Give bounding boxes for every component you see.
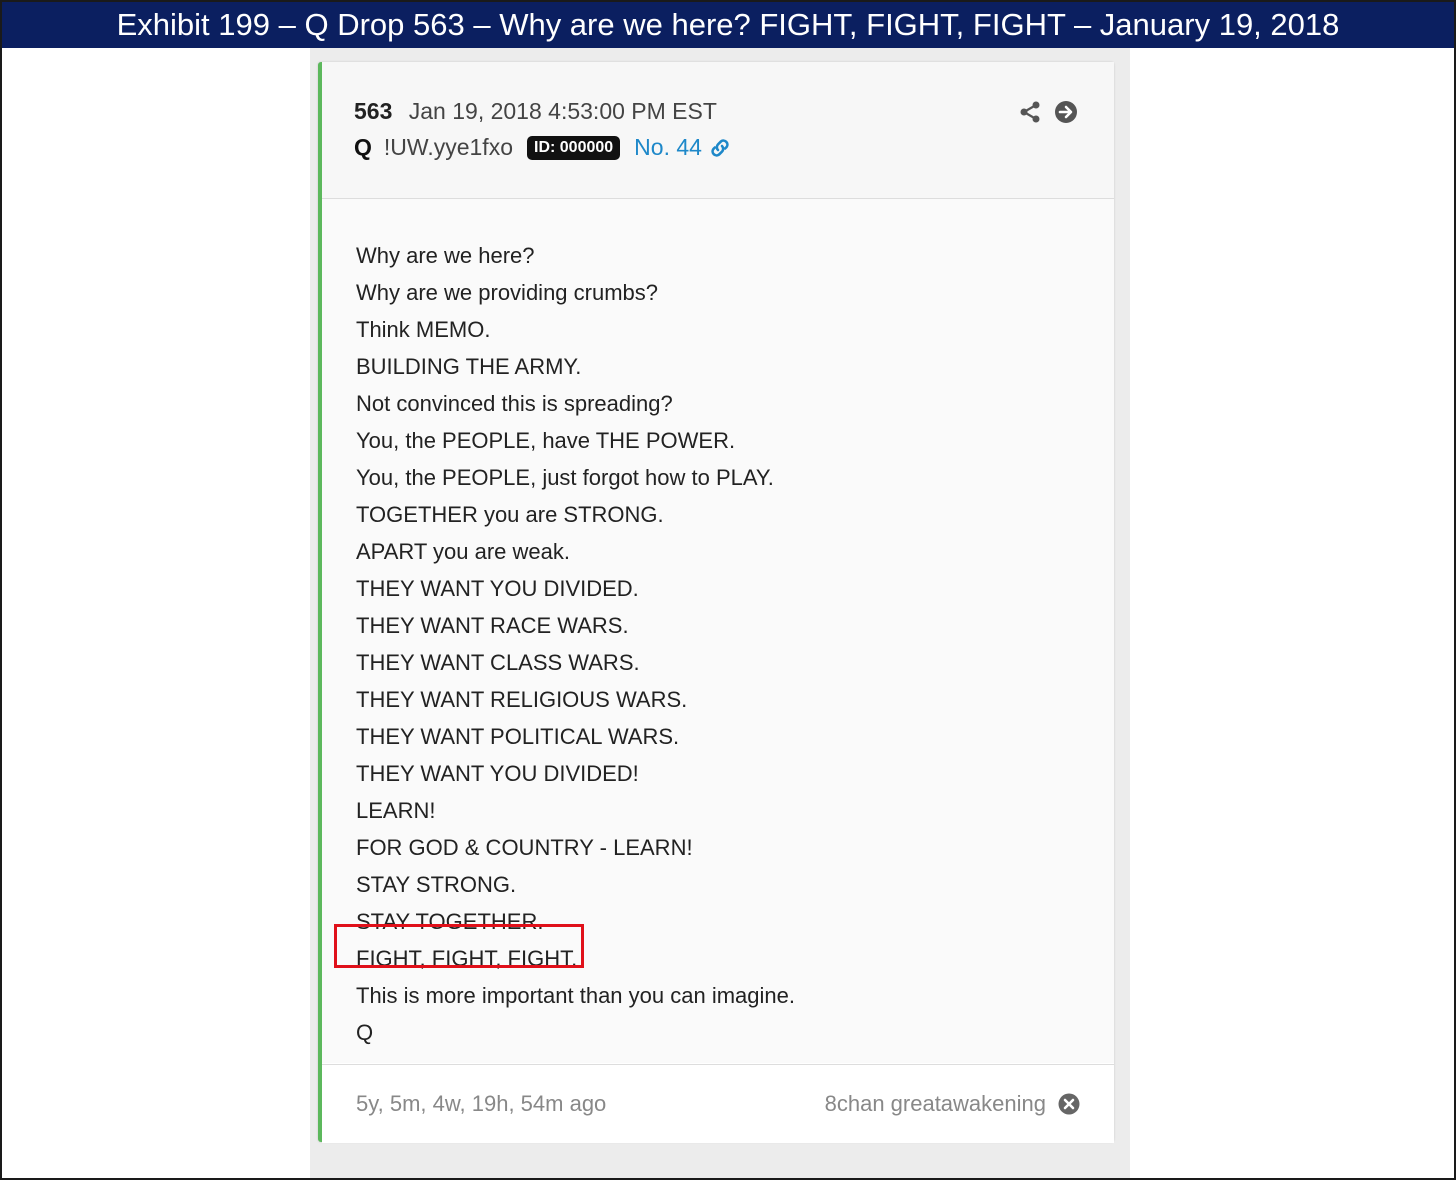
post-line: Not convinced this is spreading?: [356, 391, 673, 416]
close-circle-icon[interactable]: [1058, 1093, 1080, 1115]
post-line: Think MEMO.: [356, 317, 491, 342]
post-line: THEY WANT RACE WARS.: [356, 613, 629, 638]
post-line: THEY WANT POLITICAL WARS.: [356, 724, 680, 749]
post-line: Why are we providing crumbs?: [356, 280, 659, 305]
post-line: STAY STRONG.: [356, 872, 517, 897]
post-author: Q: [354, 134, 372, 160]
post-header: 563 Jan 19, 2018 4:53:00 PM EST Q !UW.yy…: [322, 62, 1114, 199]
post-date: Jan 19, 2018 4:53:00 PM EST: [408, 98, 717, 124]
post-footer: 5y, 5m, 4w, 19h, 54m ago 8chan greatawak…: [322, 1064, 1114, 1143]
post-line: You, the PEOPLE, just forgot how to PLAY…: [356, 465, 774, 490]
post-source-group: 8chan greatawakening: [825, 1091, 1080, 1117]
id-badge: ID: 000000: [527, 135, 621, 160]
post-line: LEARN!: [356, 798, 436, 823]
post-tripcode: !UW.yye1fxo: [383, 134, 513, 160]
highlight-box: [334, 924, 584, 968]
post-age: 5y, 5m, 4w, 19h, 54m ago: [356, 1091, 607, 1116]
share-icon[interactable]: [1018, 100, 1042, 124]
post-line: This is more important than you can imag…: [356, 983, 795, 1008]
post-line: THEY WANT RELIGIOUS WARS.: [356, 687, 688, 712]
post-number: 563: [354, 98, 393, 124]
post-line: Why are we here?: [356, 243, 535, 268]
post-card: 563 Jan 19, 2018 4:53:00 PM EST Q !UW.yy…: [318, 62, 1114, 1143]
post-author-row: Q !UW.yye1fxo ID: 000000 No. 44: [354, 134, 732, 161]
post-line: THEY WANT CLASS WARS.: [356, 650, 640, 675]
exhibit-title-banner: Exhibit 199 – Q Drop 563 – Why are we he…: [2, 2, 1454, 48]
post-no-link[interactable]: No. 44: [634, 134, 702, 161]
post-line: APART you are weak.: [356, 539, 570, 564]
post-line: TOGETHER you are STRONG.: [356, 502, 664, 527]
post-line: BUILDING THE ARMY.: [356, 354, 582, 379]
post-source: 8chan greatawakening: [824, 1091, 1046, 1116]
post-line: THEY WANT YOU DIVIDED!: [356, 761, 639, 786]
post-meta-row: 563 Jan 19, 2018 4:53:00 PM EST: [354, 98, 717, 125]
post-line: FOR GOD & COUNTRY - LEARN!: [356, 835, 693, 860]
post-line: Q: [356, 1020, 374, 1045]
post-line: THEY WANT YOU DIVIDED.: [356, 576, 639, 601]
arrow-right-circle-icon[interactable]: [1054, 100, 1078, 124]
link-icon[interactable]: [708, 136, 732, 160]
header-actions: [1018, 100, 1078, 124]
post-line: You, the PEOPLE, have THE POWER.: [356, 428, 736, 453]
